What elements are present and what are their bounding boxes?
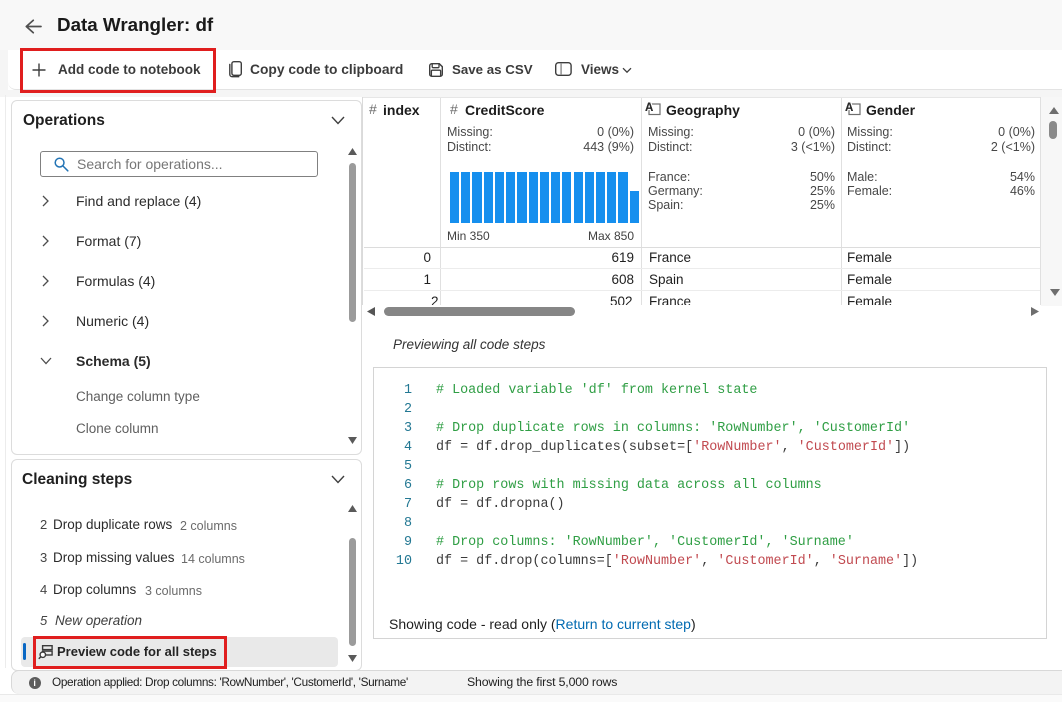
svg-text:A: A [645, 102, 653, 114]
svg-text:A: A [845, 102, 853, 114]
